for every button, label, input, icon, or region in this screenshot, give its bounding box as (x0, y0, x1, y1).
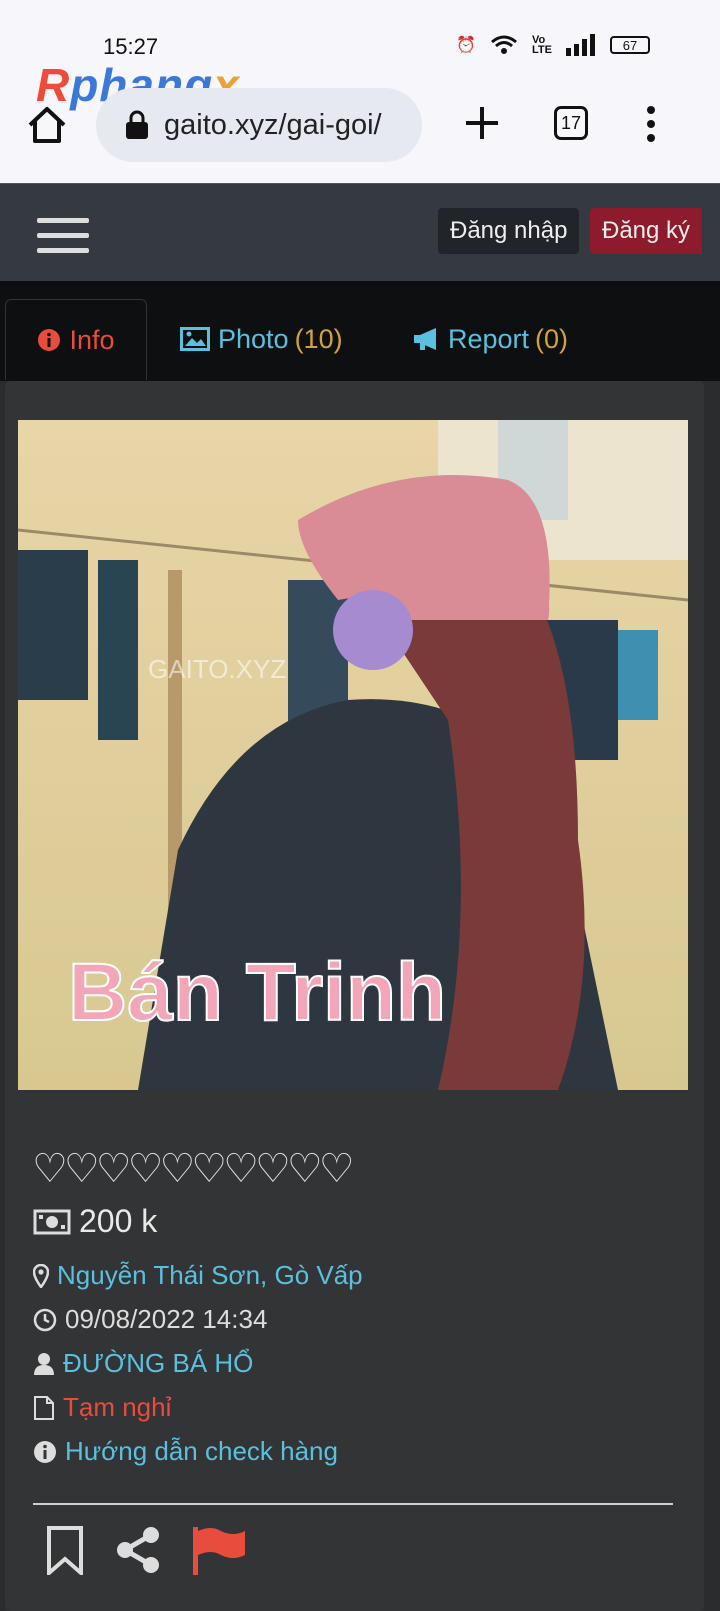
new-tab-icon[interactable] (462, 103, 502, 143)
tab-photo-label: Photo (218, 323, 289, 354)
file-icon (34, 1395, 54, 1420)
url-text[interactable]: gaito.xyz/gai-goi/ (164, 109, 414, 142)
menu-dots-icon[interactable] (644, 104, 658, 144)
date-row: 09/08/2022 14:34 (33, 1304, 267, 1335)
megaphone-icon (414, 328, 436, 350)
tab-photo[interactable]: Photo (10) (180, 299, 343, 379)
browser-chrome: 15:27 ⏰ Vo LTE 67 Rphangx gaito.xyz/gai-g… (0, 0, 720, 183)
status-row: Tạm nghỉ (33, 1392, 171, 1423)
money-icon (33, 1209, 71, 1234)
bookmark-icon[interactable] (45, 1525, 85, 1575)
tab-report-count: (0) (535, 323, 569, 354)
action-bar (45, 1525, 247, 1575)
signal-icon (566, 34, 595, 56)
user-icon (34, 1352, 54, 1375)
image-icon (180, 327, 210, 351)
status-value: Tạm nghỉ (63, 1392, 172, 1422)
profile-tabs: Info Photo (10) Report (0) (0, 281, 720, 381)
address-link[interactable]: Nguyễn Thái Sơn, Gò Vấp (57, 1260, 363, 1291)
address-row[interactable]: Nguyễn Thái Sơn, Gò Vấp (33, 1260, 363, 1291)
battery-icon: 67 (610, 36, 650, 54)
tab-info-label: Info (69, 324, 115, 355)
share-icon[interactable] (113, 1525, 163, 1575)
login-button[interactable]: Đăng nhập (438, 208, 580, 254)
guide-link[interactable]: Hướng dẫn check hàng (65, 1436, 338, 1467)
tab-info[interactable]: Info (5, 299, 147, 380)
divider (33, 1503, 673, 1505)
wifi-icon (491, 35, 517, 54)
profile-photo[interactable]: GAITO.XYZ Bán Trinh (18, 420, 688, 1090)
url-bar[interactable]: gaito.xyz/gai-goi/ (96, 88, 422, 162)
home-icon[interactable] (26, 105, 68, 145)
rating-hearts[interactable]: ♡♡♡♡♡♡♡♡♡♡ (32, 1146, 355, 1192)
photo-caption: Bán Trinh (68, 947, 446, 1038)
photo-watermark: GAITO.XYZ (148, 654, 286, 684)
tab-report-label: Report (448, 323, 530, 354)
date-value: 09/08/2022 14:34 (65, 1304, 268, 1334)
tab-switcher-button[interactable]: 17 (554, 106, 588, 140)
tab-photo-count: (10) (294, 323, 343, 354)
info-circle-icon (34, 1440, 56, 1463)
register-button[interactable]: Đăng ký (590, 208, 703, 254)
user-row[interactable]: ĐƯỜNG BÁ HỔ (33, 1348, 253, 1379)
hamburger-icon[interactable] (37, 218, 89, 254)
info-icon (38, 329, 61, 351)
alarm-icon: ⏰ (456, 37, 477, 54)
price-row: 200 k (33, 1203, 157, 1240)
lock-icon (126, 110, 148, 139)
tab-report[interactable]: Report (0) (412, 299, 568, 379)
site-navbar: Đăng nhập Đăng ký (0, 183, 720, 281)
profile-photo-image: GAITO.XYZ Bán Trinh (18, 420, 688, 1090)
status-icons: ⏰ Vo LTE 67 (456, 34, 650, 56)
guide-row[interactable]: Hướng dẫn check hàng (33, 1436, 338, 1467)
status-time: 15:27 (103, 34, 159, 59)
price-value: 200 k (79, 1203, 158, 1239)
map-marker-icon (33, 1263, 49, 1288)
flag-icon[interactable] (191, 1525, 247, 1575)
volte-icon: Vo LTE (532, 34, 552, 56)
user-link[interactable]: ĐƯỜNG BÁ HỔ (63, 1348, 253, 1379)
clock-icon (33, 1308, 57, 1331)
